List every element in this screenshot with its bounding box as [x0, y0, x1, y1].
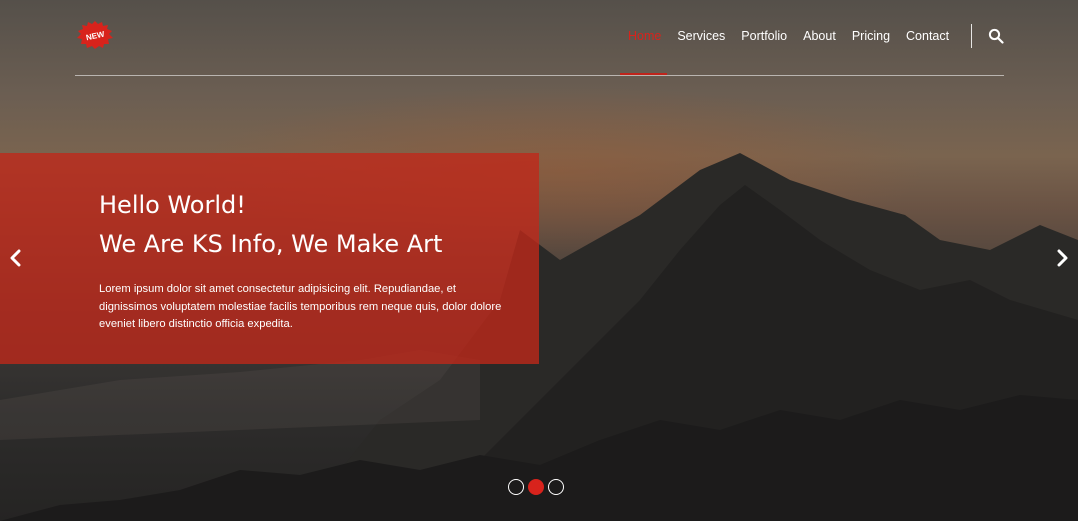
slide-dot-1[interactable]	[508, 479, 524, 495]
chevron-right-icon[interactable]	[1052, 246, 1072, 270]
header-divider-line	[75, 75, 1004, 76]
nav-item-pricing[interactable]: Pricing	[844, 28, 898, 44]
nav-divider	[971, 24, 972, 48]
nav-item-services[interactable]: Services	[669, 28, 733, 44]
nav-item-contact[interactable]: Contact	[898, 28, 957, 44]
slide-dot-3[interactable]	[548, 479, 564, 495]
search-icon[interactable]	[988, 28, 1004, 44]
slide-title-line2: We Are KS Info, We Make Art	[99, 230, 443, 258]
chevron-left-icon[interactable]	[6, 246, 26, 270]
slide-description: Lorem ipsum dolor sit amet consectetur a…	[99, 283, 502, 330]
slider-pagination	[508, 479, 564, 495]
main-nav: Home Services Portfolio About Pricing Co…	[620, 28, 957, 44]
slide-caption-box: Hello World! We Are KS Info, We Make Art…	[0, 153, 539, 364]
logo-badge[interactable]: NEW	[76, 20, 114, 50]
slide-dot-2[interactable]	[528, 479, 544, 495]
slide-title-line1: Hello World!	[99, 191, 246, 219]
nav-item-portfolio[interactable]: Portfolio	[733, 28, 795, 44]
nav-item-about[interactable]: About	[795, 28, 844, 44]
nav-item-home[interactable]: Home	[620, 28, 669, 44]
